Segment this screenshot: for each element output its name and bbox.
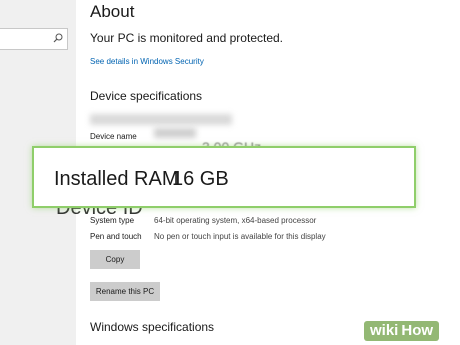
pen-touch-label: Pen and touch: [90, 232, 142, 241]
copy-button[interactable]: Copy: [90, 250, 140, 269]
watermark-part1: wiki: [364, 321, 401, 341]
windows-specs-heading: Windows specifications: [90, 320, 215, 334]
installed-ram-value: 16 GB: [172, 168, 229, 190]
installed-ram-callout: Installed RAM 16 GB: [32, 146, 416, 208]
blurred-device-name-value: [154, 128, 196, 138]
search-icon[interactable]: [53, 33, 63, 43]
watermark-part2: How: [400, 321, 440, 341]
device-name-label: Device name: [90, 132, 137, 141]
search-input[interactable]: [0, 28, 68, 50]
rename-pc-button[interactable]: Rename this PC: [90, 282, 160, 301]
wikihow-watermark: wiki How: [364, 321, 440, 341]
blurred-device-name-header: [90, 114, 232, 125]
protection-status: Your PC is monitored and protected.: [90, 31, 284, 45]
pen-touch-value: No pen or touch input is available for t…: [154, 232, 326, 241]
windows-security-link[interactable]: See details in Windows Security: [90, 57, 204, 66]
installed-ram-label: Installed RAM: [54, 168, 179, 190]
device-specs-heading: Device specifications: [90, 89, 203, 103]
system-type-label: System type: [90, 216, 135, 225]
system-type-value: 64-bit operating system, x64-based proce…: [154, 216, 317, 225]
page-title: About: [90, 2, 135, 21]
